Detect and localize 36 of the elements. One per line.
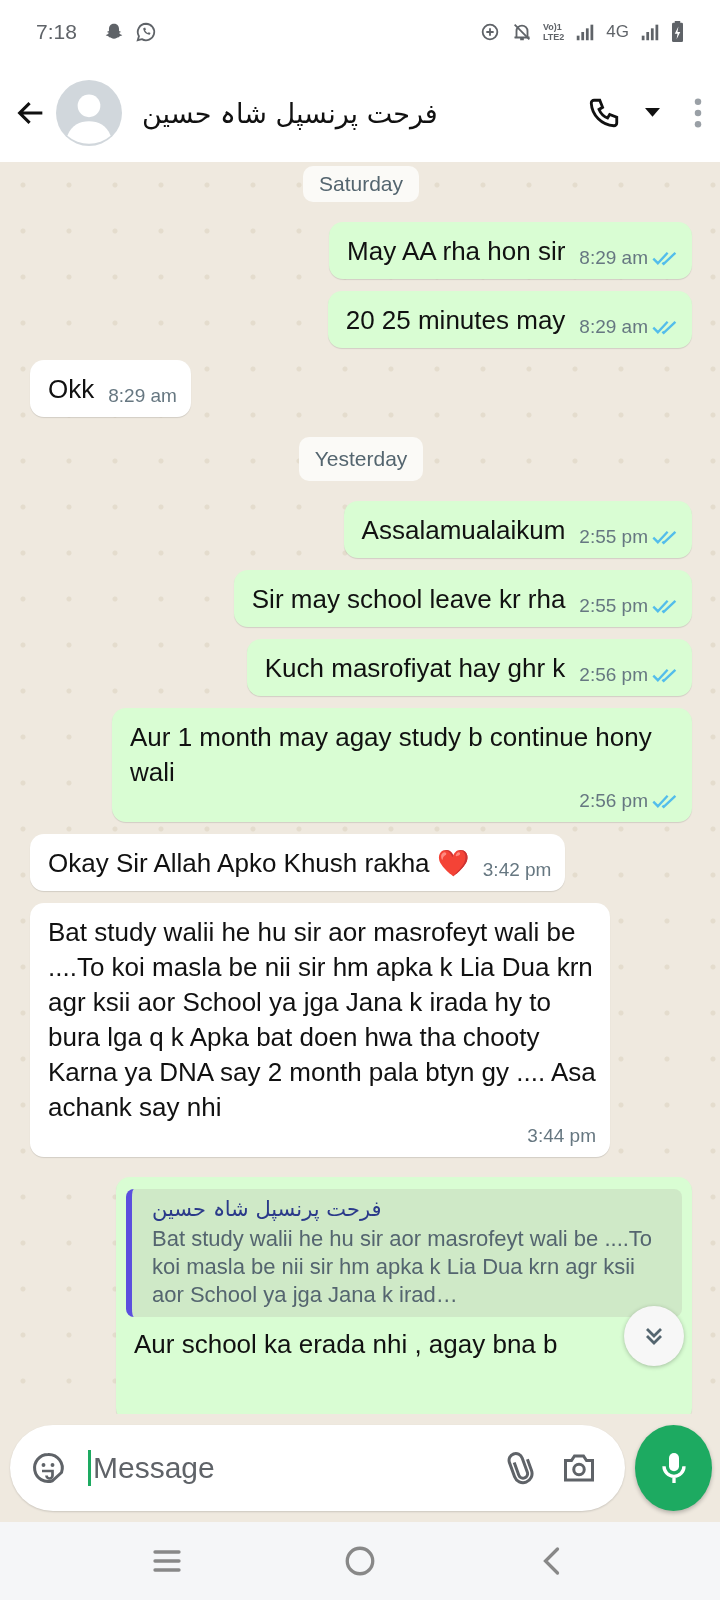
- message-field[interactable]: Message: [88, 1450, 481, 1486]
- contact-name[interactable]: فرحت پرنسپل شاہ حسین: [142, 97, 438, 129]
- volte-indicator: Vo)1 LTE2: [542, 22, 565, 42]
- message-time: 8:29 am: [579, 316, 648, 338]
- message-time: 8:29 am: [108, 385, 177, 407]
- message-time: 8:29 am: [579, 247, 648, 269]
- more-options-icon[interactable]: [694, 98, 702, 128]
- message-text: Okay Sir Allah Apko Khush rakha ❤: [48, 847, 469, 880]
- quote-author: فرحت پرنسپل شاہ حسین: [152, 1197, 383, 1221]
- message-time: 3:44 pm: [527, 1125, 596, 1147]
- message-time: 2:56 pm: [579, 790, 648, 812]
- microphone-button[interactable]: [635, 1425, 712, 1511]
- message-text: Aur 1 month may agay study b continue hony wali: [130, 721, 653, 789]
- date-label: Saturday: [302, 166, 420, 202]
- message-text: Sir may school leave kr rha: [251, 583, 566, 616]
- message-time: 2:56 pm: [579, 664, 648, 686]
- message-time: 2:55 pm: [579, 526, 648, 548]
- message-text: 20 25 minutes may: [345, 304, 566, 337]
- message-bar[interactable]: Message: [10, 1425, 625, 1511]
- caret-icon[interactable]: [645, 108, 660, 118]
- message-text: May AA rha hon sir: [347, 235, 566, 268]
- phone-icon[interactable]: [587, 96, 621, 130]
- sticker-icon[interactable]: [30, 1450, 66, 1486]
- clock: 7:18: [36, 20, 77, 44]
- message-text: Aur school ka erada nhi , agay bna b: [134, 1328, 558, 1361]
- message-text: Assalamualaikum: [361, 514, 566, 547]
- message-time: 3:42 pm: [482, 859, 552, 881]
- message-text: Bat study walii he hu sir aor masrofeyt wali be ....To koi masla be nii sir hm apka k Lia Dua krn agr ksii aor School ya jga Jana k irada hy to bura lga q k Apka bat doen hwa tha chooty Karna ya DNA say 2 month pala btyn gy .... Asa achank say nhi: [48, 916, 596, 1124]
- date-label: Yesterday: [298, 437, 424, 481]
- battery-charging-icon: [671, 21, 684, 43]
- message-text: Okk: [48, 373, 95, 406]
- quote-text: Bat study walii he hu sir aor masrofeyt wali be ....To koi masla be nii sir hm apka k Lia Dua krn agr ksii aor School ya jga Jana k irad…: [152, 1225, 654, 1309]
- network-type: 4G: [606, 22, 629, 42]
- message-text: Kuch masrofiyat hay ghr k: [264, 652, 566, 685]
- message-time: 2:55 pm: [579, 595, 648, 617]
- chat-phone-icon: [134, 21, 157, 43]
